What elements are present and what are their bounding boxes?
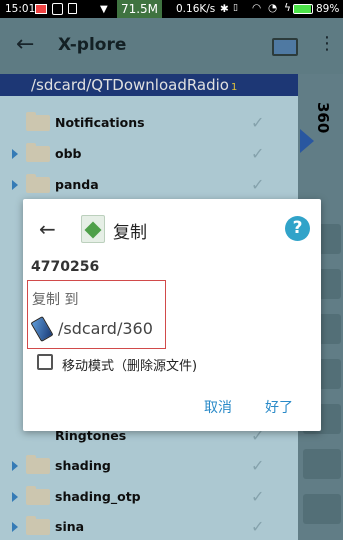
ok-button[interactable]: 好了 — [265, 397, 293, 417]
phone-storage-icon — [30, 315, 54, 343]
copy-to-label: 复制 到 — [32, 292, 79, 308]
lock-icon — [68, 3, 77, 14]
bluetooth-icon: ✱ — [220, 3, 229, 15]
charging-icon: ϟ — [284, 2, 291, 14]
net-speed-badge: 71.5M — [117, 0, 162, 18]
mail-icon — [52, 3, 63, 15]
cancel-button[interactable]: 取消 — [204, 397, 232, 417]
vibrate-icon: ▯ — [233, 3, 238, 13]
copy-icon — [81, 215, 105, 243]
battery-percent: 89% — [316, 3, 340, 15]
destination-box[interactable]: 复制 到 /sdcard/360 — [27, 280, 166, 349]
dialog-back-icon[interactable]: ← — [39, 217, 56, 241]
battery-icon — [293, 4, 313, 14]
notification-icon — [35, 4, 47, 14]
status-bar: 15:01 ▼ 71.5M 0.16K/s ✱ ▯ ◠ ◔ ϟ 89% — [0, 0, 343, 18]
transfer-rate: 0.16K/s — [176, 3, 216, 15]
move-mode-checkbox[interactable] — [37, 354, 53, 370]
copy-dialog: ← 复制 ? 4770256 复制 到 /sdcard/360 移动模式（删除源… — [23, 199, 321, 431]
wifi-signal-icon: ◠ — [252, 2, 262, 14]
wifi-icon: ▼ — [100, 4, 108, 15]
dialog-title: 复制 — [113, 223, 147, 243]
help-icon[interactable]: ? — [285, 216, 310, 241]
file-size: 4770256 — [31, 259, 100, 275]
move-mode-label: 移动模式（删除源文件) — [62, 359, 198, 374]
status-time: 15:01 — [5, 3, 36, 15]
alarm-icon: ◔ — [268, 2, 278, 14]
destination-path: /sdcard/360 — [58, 319, 153, 338]
